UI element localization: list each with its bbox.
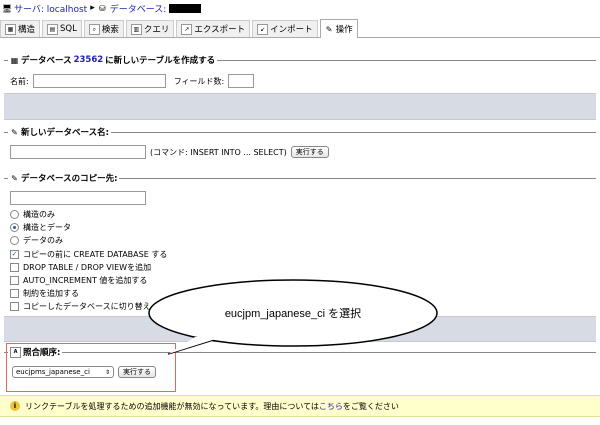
notice-text: リンクテーブルを処理するための追加機能が無効になっています。理由については	[25, 401, 319, 411]
notice-bar: i リンクテーブルを処理するための追加機能が無効になっています。理由についてはこ…	[0, 395, 600, 417]
info-icon: i	[10, 401, 20, 411]
notice-link[interactable]: こちら	[319, 401, 343, 412]
notice-suffix: をご覧ください	[342, 401, 399, 411]
callout-text: eucjpm_japanese_ci を選択	[224, 308, 362, 320]
callout-bubble	[148, 279, 438, 355]
